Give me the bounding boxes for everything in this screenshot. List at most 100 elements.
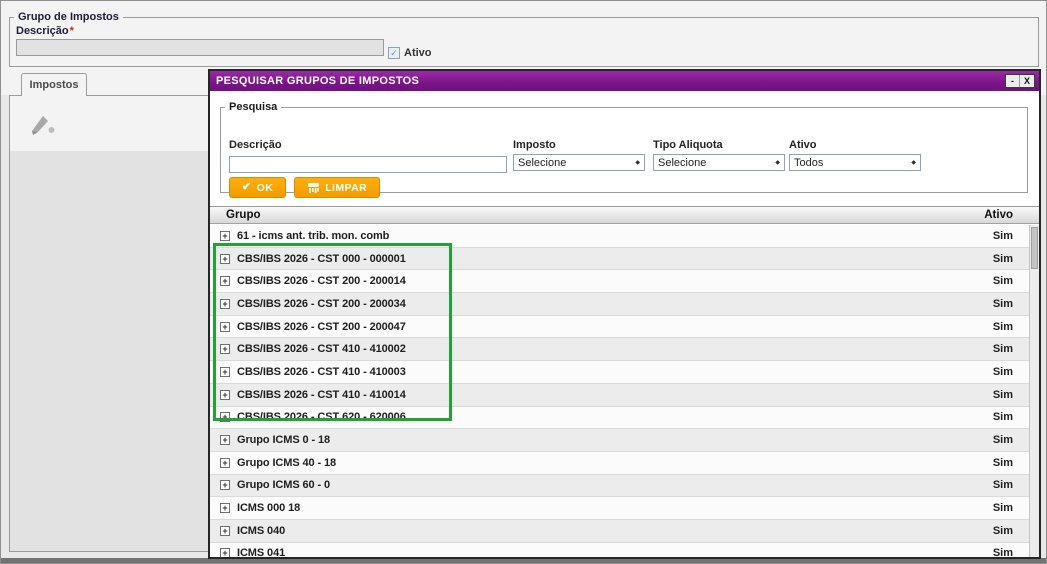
- column-grupo: Grupo: [226, 209, 261, 221]
- table-row[interactable]: + CBS/IBS 2026 - CST 410 - 410014 Sim: [210, 383, 1029, 407]
- modal-title: PESQUISAR GRUPOS DE IMPOSTOS: [216, 75, 420, 87]
- expand-icon[interactable]: +: [220, 298, 230, 309]
- expand-icon[interactable]: +: [220, 276, 230, 287]
- expand-icon[interactable]: +: [220, 389, 230, 400]
- group-name: CBS/IBS 2026 - CST 410 - 410003: [237, 365, 406, 378]
- group-ativo: Sim: [992, 343, 1013, 356]
- group-name: ICMS 000 18: [237, 502, 301, 515]
- table-row[interactable]: + CBS/IBS 2026 - CST 200 - 200034 Sim: [210, 293, 1029, 316]
- table-row[interactable]: + ICMS 041 Sim: [210, 542, 1029, 557]
- tab-impostos[interactable]: Impostos: [21, 73, 87, 96]
- search-descricao-input[interactable]: [229, 155, 507, 173]
- table-row[interactable]: + ICMS 040 Sim: [210, 519, 1029, 543]
- group-ativo: Sim: [992, 502, 1013, 515]
- scrollbar-thumb[interactable]: [1031, 227, 1038, 269]
- tab-impostos-label: Impostos: [29, 79, 79, 91]
- descricao-label: Descrição*: [16, 25, 74, 37]
- ativo-checkbox-label: Ativo: [404, 47, 432, 59]
- expand-icon[interactable]: +: [220, 344, 230, 355]
- table-row[interactable]: + CBS/IBS 2026 - CST 410 - 410002 Sim: [210, 338, 1029, 362]
- required-asterisk: *: [69, 25, 74, 37]
- limpar-button-label: LIMPAR: [325, 181, 368, 194]
- expand-icon[interactable]: +: [220, 321, 230, 332]
- group-name: CBS/IBS 2026 - CST 200 - 200047: [237, 320, 406, 333]
- expand-icon[interactable]: +: [220, 548, 230, 557]
- brush-icon: [308, 182, 320, 193]
- tipo-aliquota-label: Tipo Aliquota: [653, 139, 723, 151]
- group-ativo: Sim: [992, 252, 1013, 265]
- group-name: CBS/IBS 2026 - CST 000 - 000001: [237, 252, 406, 265]
- modal-titlebar[interactable]: PESQUISAR GRUPOS DE IMPOSTOS - X: [210, 71, 1039, 91]
- search-ativo-label: Ativo: [789, 139, 817, 151]
- ativo-select[interactable]: Todos ◆: [789, 154, 921, 171]
- grupo-impostos-fieldset: Grupo de Impostos Descrição* ✓ Ativo: [9, 11, 1039, 67]
- expand-icon[interactable]: +: [220, 435, 230, 446]
- group-ativo: Sim: [992, 411, 1013, 424]
- group-ativo: Sim: [992, 479, 1013, 492]
- grupo-impostos-legend: Grupo de Impostos: [18, 11, 119, 23]
- ok-button-label: OK: [256, 181, 274, 194]
- imposto-select-value: Selecione: [518, 156, 567, 169]
- table-header: Grupo Ativo: [210, 206, 1039, 224]
- expand-icon[interactable]: +: [220, 525, 230, 536]
- group-name: ICMS 041: [237, 547, 286, 557]
- group-ativo: Sim: [992, 456, 1013, 469]
- group-ativo: Sim: [992, 320, 1013, 333]
- application-window: Grupo de Impostos Descrição* ✓ Ativo Imp…: [0, 0, 1047, 564]
- expand-icon[interactable]: +: [220, 366, 230, 377]
- table-row[interactable]: + Grupo ICMS 40 - 18 Sim: [210, 451, 1029, 475]
- descricao-input: [16, 39, 384, 56]
- group-name: CBS/IBS 2026 - CST 410 - 410014: [237, 388, 406, 401]
- table-row[interactable]: + Grupo ICMS 0 - 18 Sim: [210, 429, 1029, 452]
- table-row[interactable]: + ICMS 000 18 Sim: [210, 497, 1029, 520]
- group-name: Grupo ICMS 40 - 18: [237, 456, 337, 469]
- ativo-checkbox-group[interactable]: ✓ Ativo: [388, 47, 432, 59]
- table-row[interactable]: + CBS/IBS 2026 - CST 200 - 200014 Sim: [210, 270, 1029, 294]
- ativo-checkbox[interactable]: ✓: [388, 47, 400, 59]
- expand-icon[interactable]: +: [220, 480, 230, 491]
- table-row[interactable]: +61 - icms ant. trib. mon. comb Sim: [210, 225, 1029, 248]
- expand-icon[interactable]: +: [220, 412, 230, 423]
- group-name: CBS/IBS 2026 - CST 620 - 620006: [237, 411, 406, 424]
- dropdown-arrow-icon: ◆: [911, 160, 916, 166]
- search-descricao-label: Descrição: [229, 139, 282, 151]
- ativo-select-value: Todos: [794, 156, 824, 169]
- imposto-select[interactable]: Selecione ◆: [513, 154, 645, 171]
- table-row[interactable]: + CBS/IBS 2026 - CST 410 - 410003 Sim: [210, 361, 1029, 384]
- pesquisa-legend: Pesquisa: [229, 101, 278, 113]
- ok-button[interactable]: ✔ OK: [229, 177, 287, 198]
- expand-icon[interactable]: +: [220, 253, 230, 264]
- imposto-label: Imposto: [513, 139, 556, 151]
- group-name: CBS/IBS 2026 - CST 410 - 410002: [237, 343, 406, 356]
- pesquisa-fieldset: Pesquisa Descrição Imposto Selecione ◆ T…: [220, 101, 1028, 198]
- group-name: ICMS 040: [237, 524, 286, 537]
- expand-icon[interactable]: +: [220, 503, 230, 514]
- table-row[interactable]: + CBS/IBS 2026 - CST 200 - 200047 Sim: [210, 315, 1029, 339]
- table-body: +61 - icms ant. trib. mon. comb Sim + CBS/I…: [210, 225, 1029, 557]
- group-ativo: Sim: [992, 547, 1013, 557]
- table-row[interactable]: + Grupo ICMS 60 - 0 Sim: [210, 474, 1029, 498]
- tipo-aliquota-select[interactable]: Selecione ◆: [653, 154, 785, 171]
- expand-icon[interactable]: +: [220, 457, 230, 468]
- minimize-button[interactable]: -: [1006, 75, 1020, 87]
- group-ativo: Sim: [992, 524, 1013, 537]
- disabled-action-icon: [32, 116, 55, 135]
- table-row[interactable]: + CBS/IBS 2026 - CST 000 - 000001 Sim: [210, 247, 1029, 271]
- group-ativo: Sim: [992, 275, 1013, 288]
- pesquisar-grupos-modal: PESQUISAR GRUPOS DE IMPOSTOS - X Pesquis…: [208, 69, 1041, 559]
- group-ativo: Sim: [992, 365, 1013, 378]
- group-ativo: Sim: [992, 297, 1013, 310]
- expand-icon[interactable]: +: [220, 230, 230, 241]
- group-ativo: Sim: [992, 388, 1013, 401]
- limpar-button[interactable]: LIMPAR: [294, 177, 381, 198]
- group-name: CBS/IBS 2026 - CST 200 - 200014: [237, 275, 406, 288]
- table-row[interactable]: + CBS/IBS 2026 - CST 620 - 620006 Sim: [210, 406, 1029, 430]
- modal-body: Pesquisa Descrição Imposto Selecione ◆ T…: [210, 91, 1039, 557]
- close-button[interactable]: X: [1020, 75, 1034, 87]
- dropdown-arrow-icon: ◆: [635, 160, 640, 166]
- tipo-aliquota-select-value: Selecione: [658, 156, 707, 169]
- window-controls: - X: [1005, 74, 1035, 88]
- vertical-scrollbar[interactable]: [1029, 225, 1039, 557]
- check-icon: ✓: [390, 47, 398, 58]
- group-ativo: Sim: [992, 434, 1013, 447]
